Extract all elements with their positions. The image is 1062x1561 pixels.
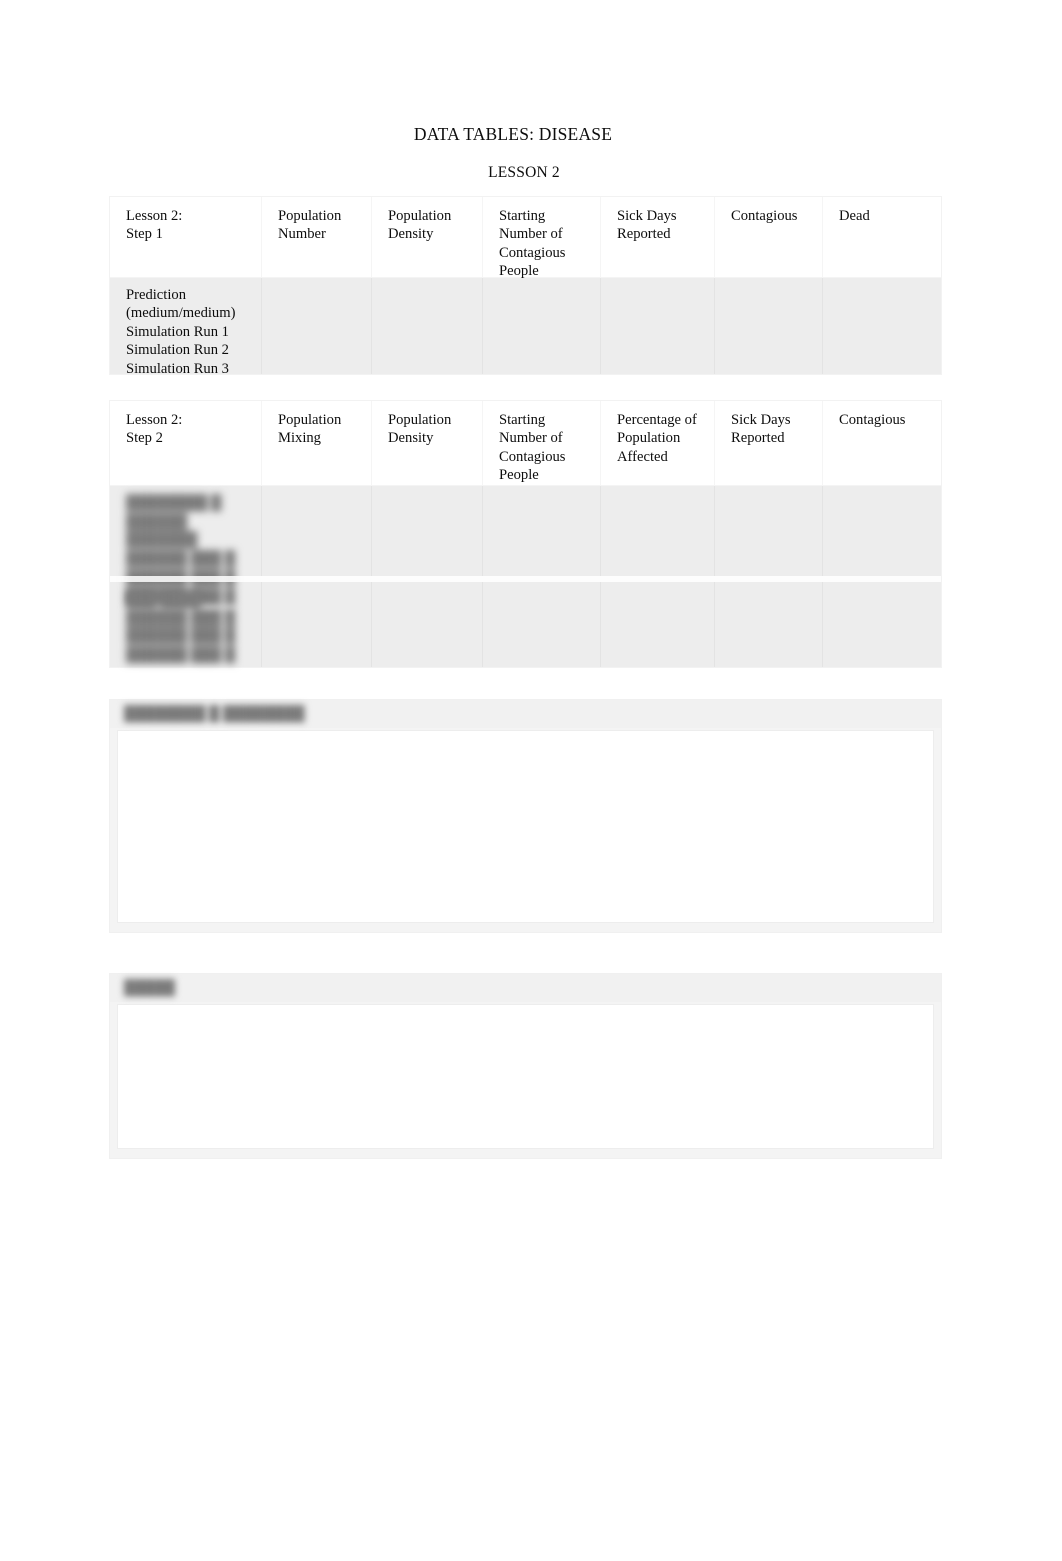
table-step-2-header-population-mixing: Population Mixing <box>262 401 372 485</box>
table-step-1-header-sick-days-reported: Sick Days Reported <box>601 197 715 277</box>
table-step-2-row-labels-group-1: ████████ █ ██████ ███████ ██████ ███ █ █… <box>110 486 262 605</box>
notes-textarea[interactable] <box>118 1005 933 1148</box>
table-step-2-g1-cell-starting-contagious[interactable] <box>483 486 601 576</box>
table-step-2-g1-cell-sick-days-reported[interactable] <box>715 486 823 576</box>
table-step-1-cell-population-density[interactable] <box>372 278 483 374</box>
table-step-1-cell-population-number[interactable] <box>262 278 372 374</box>
table-step-2-g2-cell-contagious[interactable] <box>823 582 941 667</box>
table-step-2-header-percentage-affected: Percentage of Population Affected <box>601 401 715 485</box>
table-step-1-header-corner: Lesson 2: Step 1 <box>110 197 262 277</box>
page-subtitle: LESSON 2 <box>488 164 560 181</box>
table-step-1-cell-contagious[interactable] <box>715 278 823 374</box>
table-step-2-g1-cell-population-density[interactable] <box>372 486 483 576</box>
table-step-1-row-labels: Prediction (medium/medium) Simulation Ru… <box>110 278 262 377</box>
table-step-2-g2-cell-population-mixing[interactable] <box>262 582 372 667</box>
table-step-2-body: ████████ █ ██████ ███████ ██████ ███ █ █… <box>110 485 941 667</box>
table-step-2-g1-cell-percentage-affected[interactable] <box>601 486 715 576</box>
notes-panel: █████ <box>110 974 941 1158</box>
table-step-1-cell-sick-days-reported[interactable] <box>601 278 715 374</box>
table-step-1-header-starting-contagious: Starting Number of Contagious People <box>483 197 601 279</box>
table-step-2-header-sick-days-reported: Sick Days Reported <box>715 401 823 485</box>
table-step-2-group-divider <box>110 576 941 582</box>
observations-panel: ████████ █ ████████ <box>110 700 941 932</box>
table-step-2-g1-cell-population-mixing[interactable] <box>262 486 372 576</box>
data-table-step-2: Lesson 2: Step 2 Population Mixing Popul… <box>110 401 941 667</box>
table-step-2-g2-cell-population-density[interactable] <box>372 582 483 667</box>
table-step-2-g2-cell-sick-days-reported[interactable] <box>715 582 823 667</box>
table-step-2-g1-cell-contagious[interactable] <box>823 486 941 576</box>
table-step-1-cell-starting-contagious[interactable] <box>483 278 601 374</box>
table-step-1-header-population-number: Population Number <box>262 197 372 277</box>
page-title: DATA TABLES: DISEASE <box>413 124 613 144</box>
observations-panel-header: ████████ █ ████████ <box>110 700 941 728</box>
table-step-1-header-row: Lesson 2: Step 1 Population Number Popul… <box>110 197 941 279</box>
data-table-step-1: Lesson 2: Step 1 Population Number Popul… <box>110 197 941 377</box>
notes-panel-header: █████ <box>110 974 941 1002</box>
table-step-2-row-group-1: ████████ █ ██████ ███████ ██████ ███ █ █… <box>110 486 941 605</box>
table-step-1-header-contagious: Contagious <box>715 197 823 277</box>
table-step-1-body: Prediction (medium/medium) Simulation Ru… <box>110 277 941 377</box>
table-step-2-header-starting-contagious: Starting Number of Contagious People <box>483 401 601 485</box>
table-step-2-header-corner: Lesson 2: Step 2 <box>110 401 262 485</box>
table-step-1-header-population-density: Population Density <box>372 197 483 277</box>
table-step-2-g2-cell-percentage-affected[interactable] <box>601 582 715 667</box>
table-step-2-header-contagious: Contagious <box>839 412 906 428</box>
table-step-2-g2-cell-starting-contagious[interactable] <box>483 582 601 667</box>
redacted-row-labels-group-1: ████████ █ ██████ ███████ ██████ ███ █ █… <box>126 495 236 605</box>
table-step-1-header-dead: Dead <box>839 208 870 224</box>
table-step-2-row-labels-group-2: ███ ████ ██████ ███ █ ██████ ███ █ █████… <box>110 582 262 667</box>
observations-textarea[interactable] <box>118 731 933 922</box>
table-step-1-cell-dead[interactable] <box>823 278 941 374</box>
redacted-notes-heading: █████ <box>124 979 175 996</box>
table-step-2-header-row: Lesson 2: Step 2 Population Mixing Popul… <box>110 401 941 485</box>
redacted-observations-heading: ████████ █ ████████ <box>124 705 305 722</box>
table-step-2-header-population-density: Population Density <box>372 401 483 485</box>
